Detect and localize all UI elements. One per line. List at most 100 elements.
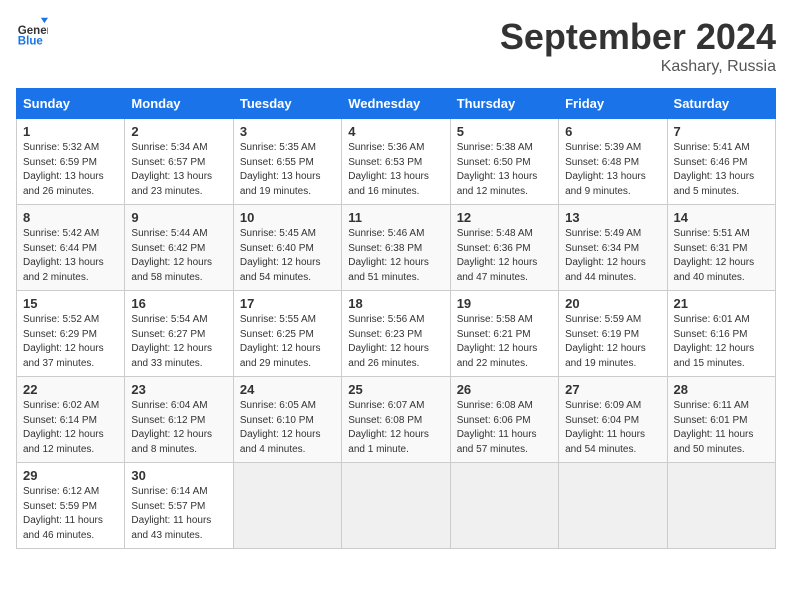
day-cell: 28 Sunrise: 6:11 AMSunset: 6:01 PMDaylig… xyxy=(667,377,775,463)
day-number: 1 xyxy=(23,124,118,139)
day-number: 24 xyxy=(240,382,335,397)
svg-text:Blue: Blue xyxy=(18,35,44,47)
title-block: September 2024 Kashary, Russia xyxy=(500,16,776,76)
logo: General Blue xyxy=(16,16,48,48)
day-info: Sunrise: 6:07 AMSunset: 6:08 PMDaylight:… xyxy=(348,399,443,457)
day-number: 28 xyxy=(674,382,769,397)
header-thursday: Thursday xyxy=(450,89,558,119)
day-info: Sunrise: 6:11 AMSunset: 6:01 PMDaylight:… xyxy=(674,399,769,457)
day-info: Sunrise: 5:39 AMSunset: 6:48 PMDaylight:… xyxy=(565,141,660,199)
day-cell: 24 Sunrise: 6:05 AMSunset: 6:10 PMDaylig… xyxy=(233,377,341,463)
month-title: September 2024 xyxy=(500,16,776,58)
day-cell: 6 Sunrise: 5:39 AMSunset: 6:48 PMDayligh… xyxy=(559,119,667,205)
day-info: Sunrise: 6:08 AMSunset: 6:06 PMDaylight:… xyxy=(457,399,552,457)
day-number: 18 xyxy=(348,296,443,311)
day-cell: 3 Sunrise: 5:35 AMSunset: 6:55 PMDayligh… xyxy=(233,119,341,205)
day-info: Sunrise: 5:56 AMSunset: 6:23 PMDaylight:… xyxy=(348,313,443,371)
day-info: Sunrise: 5:55 AMSunset: 6:25 PMDaylight:… xyxy=(240,313,335,371)
day-cell: 9 Sunrise: 5:44 AMSunset: 6:42 PMDayligh… xyxy=(125,205,233,291)
day-number: 17 xyxy=(240,296,335,311)
header-sunday: Sunday xyxy=(17,89,125,119)
empty-cell xyxy=(233,463,341,549)
day-cell: 19 Sunrise: 5:58 AMSunset: 6:21 PMDaylig… xyxy=(450,291,558,377)
day-cell: 7 Sunrise: 5:41 AMSunset: 6:46 PMDayligh… xyxy=(667,119,775,205)
header-monday: Monday xyxy=(125,89,233,119)
day-number: 10 xyxy=(240,210,335,225)
day-info: Sunrise: 5:48 AMSunset: 6:36 PMDaylight:… xyxy=(457,227,552,285)
day-number: 21 xyxy=(674,296,769,311)
day-cell: 10 Sunrise: 5:45 AMSunset: 6:40 PMDaylig… xyxy=(233,205,341,291)
day-info: Sunrise: 5:54 AMSunset: 6:27 PMDaylight:… xyxy=(131,313,226,371)
day-info: Sunrise: 5:45 AMSunset: 6:40 PMDaylight:… xyxy=(240,227,335,285)
day-cell: 25 Sunrise: 6:07 AMSunset: 6:08 PMDaylig… xyxy=(342,377,450,463)
location: Kashary, Russia xyxy=(500,58,776,76)
day-cell: 5 Sunrise: 5:38 AMSunset: 6:50 PMDayligh… xyxy=(450,119,558,205)
header-saturday: Saturday xyxy=(667,89,775,119)
day-info: Sunrise: 5:51 AMSunset: 6:31 PMDaylight:… xyxy=(674,227,769,285)
day-info: Sunrise: 6:05 AMSunset: 6:10 PMDaylight:… xyxy=(240,399,335,457)
day-cell: 17 Sunrise: 5:55 AMSunset: 6:25 PMDaylig… xyxy=(233,291,341,377)
day-number: 25 xyxy=(348,382,443,397)
day-number: 22 xyxy=(23,382,118,397)
day-info: Sunrise: 5:35 AMSunset: 6:55 PMDaylight:… xyxy=(240,141,335,199)
day-cell: 26 Sunrise: 6:08 AMSunset: 6:06 PMDaylig… xyxy=(450,377,558,463)
day-cell: 22 Sunrise: 6:02 AMSunset: 6:14 PMDaylig… xyxy=(17,377,125,463)
day-number: 6 xyxy=(565,124,660,139)
day-number: 15 xyxy=(23,296,118,311)
day-cell: 4 Sunrise: 5:36 AMSunset: 6:53 PMDayligh… xyxy=(342,119,450,205)
page-header: General Blue September 2024 Kashary, Rus… xyxy=(16,16,776,76)
day-info: Sunrise: 5:38 AMSunset: 6:50 PMDaylight:… xyxy=(457,141,552,199)
day-info: Sunrise: 5:46 AMSunset: 6:38 PMDaylight:… xyxy=(348,227,443,285)
day-number: 20 xyxy=(565,296,660,311)
day-number: 13 xyxy=(565,210,660,225)
header-tuesday: Tuesday xyxy=(233,89,341,119)
day-info: Sunrise: 5:34 AMSunset: 6:57 PMDaylight:… xyxy=(131,141,226,199)
day-cell: 15 Sunrise: 5:52 AMSunset: 6:29 PMDaylig… xyxy=(17,291,125,377)
day-cell: 14 Sunrise: 5:51 AMSunset: 6:31 PMDaylig… xyxy=(667,205,775,291)
day-number: 14 xyxy=(674,210,769,225)
day-info: Sunrise: 5:44 AMSunset: 6:42 PMDaylight:… xyxy=(131,227,226,285)
day-number: 3 xyxy=(240,124,335,139)
calendar-row: 15 Sunrise: 5:52 AMSunset: 6:29 PMDaylig… xyxy=(17,291,776,377)
day-cell: 12 Sunrise: 5:48 AMSunset: 6:36 PMDaylig… xyxy=(450,205,558,291)
day-number: 2 xyxy=(131,124,226,139)
empty-cell xyxy=(667,463,775,549)
day-number: 26 xyxy=(457,382,552,397)
header-friday: Friday xyxy=(559,89,667,119)
day-number: 16 xyxy=(131,296,226,311)
empty-cell xyxy=(559,463,667,549)
day-cell: 11 Sunrise: 5:46 AMSunset: 6:38 PMDaylig… xyxy=(342,205,450,291)
day-number: 7 xyxy=(674,124,769,139)
calendar-row: 1 Sunrise: 5:32 AMSunset: 6:59 PMDayligh… xyxy=(17,119,776,205)
day-info: Sunrise: 5:58 AMSunset: 6:21 PMDaylight:… xyxy=(457,313,552,371)
calendar-row: 22 Sunrise: 6:02 AMSunset: 6:14 PMDaylig… xyxy=(17,377,776,463)
day-info: Sunrise: 6:09 AMSunset: 6:04 PMDaylight:… xyxy=(565,399,660,457)
weekday-header-row: Sunday Monday Tuesday Wednesday Thursday… xyxy=(17,89,776,119)
day-info: Sunrise: 5:59 AMSunset: 6:19 PMDaylight:… xyxy=(565,313,660,371)
day-cell: 2 Sunrise: 5:34 AMSunset: 6:57 PMDayligh… xyxy=(125,119,233,205)
day-cell: 29 Sunrise: 6:12 AMSunset: 5:59 PMDaylig… xyxy=(17,463,125,549)
day-cell: 21 Sunrise: 6:01 AMSunset: 6:16 PMDaylig… xyxy=(667,291,775,377)
day-number: 30 xyxy=(131,468,226,483)
day-cell: 16 Sunrise: 5:54 AMSunset: 6:27 PMDaylig… xyxy=(125,291,233,377)
day-info: Sunrise: 5:41 AMSunset: 6:46 PMDaylight:… xyxy=(674,141,769,199)
day-cell: 18 Sunrise: 5:56 AMSunset: 6:23 PMDaylig… xyxy=(342,291,450,377)
day-number: 8 xyxy=(23,210,118,225)
day-info: Sunrise: 6:02 AMSunset: 6:14 PMDaylight:… xyxy=(23,399,118,457)
day-info: Sunrise: 5:42 AMSunset: 6:44 PMDaylight:… xyxy=(23,227,118,285)
header-wednesday: Wednesday xyxy=(342,89,450,119)
day-cell: 13 Sunrise: 5:49 AMSunset: 6:34 PMDaylig… xyxy=(559,205,667,291)
calendar-row: 8 Sunrise: 5:42 AMSunset: 6:44 PMDayligh… xyxy=(17,205,776,291)
day-number: 19 xyxy=(457,296,552,311)
day-number: 29 xyxy=(23,468,118,483)
calendar-table: Sunday Monday Tuesday Wednesday Thursday… xyxy=(16,88,776,549)
day-cell: 30 Sunrise: 6:14 AMSunset: 5:57 PMDaylig… xyxy=(125,463,233,549)
day-info: Sunrise: 5:52 AMSunset: 6:29 PMDaylight:… xyxy=(23,313,118,371)
day-number: 4 xyxy=(348,124,443,139)
logo-icon: General Blue xyxy=(16,16,48,48)
calendar-row: 29 Sunrise: 6:12 AMSunset: 5:59 PMDaylig… xyxy=(17,463,776,549)
day-number: 27 xyxy=(565,382,660,397)
empty-cell xyxy=(342,463,450,549)
day-info: Sunrise: 5:49 AMSunset: 6:34 PMDaylight:… xyxy=(565,227,660,285)
day-info: Sunrise: 6:04 AMSunset: 6:12 PMDaylight:… xyxy=(131,399,226,457)
